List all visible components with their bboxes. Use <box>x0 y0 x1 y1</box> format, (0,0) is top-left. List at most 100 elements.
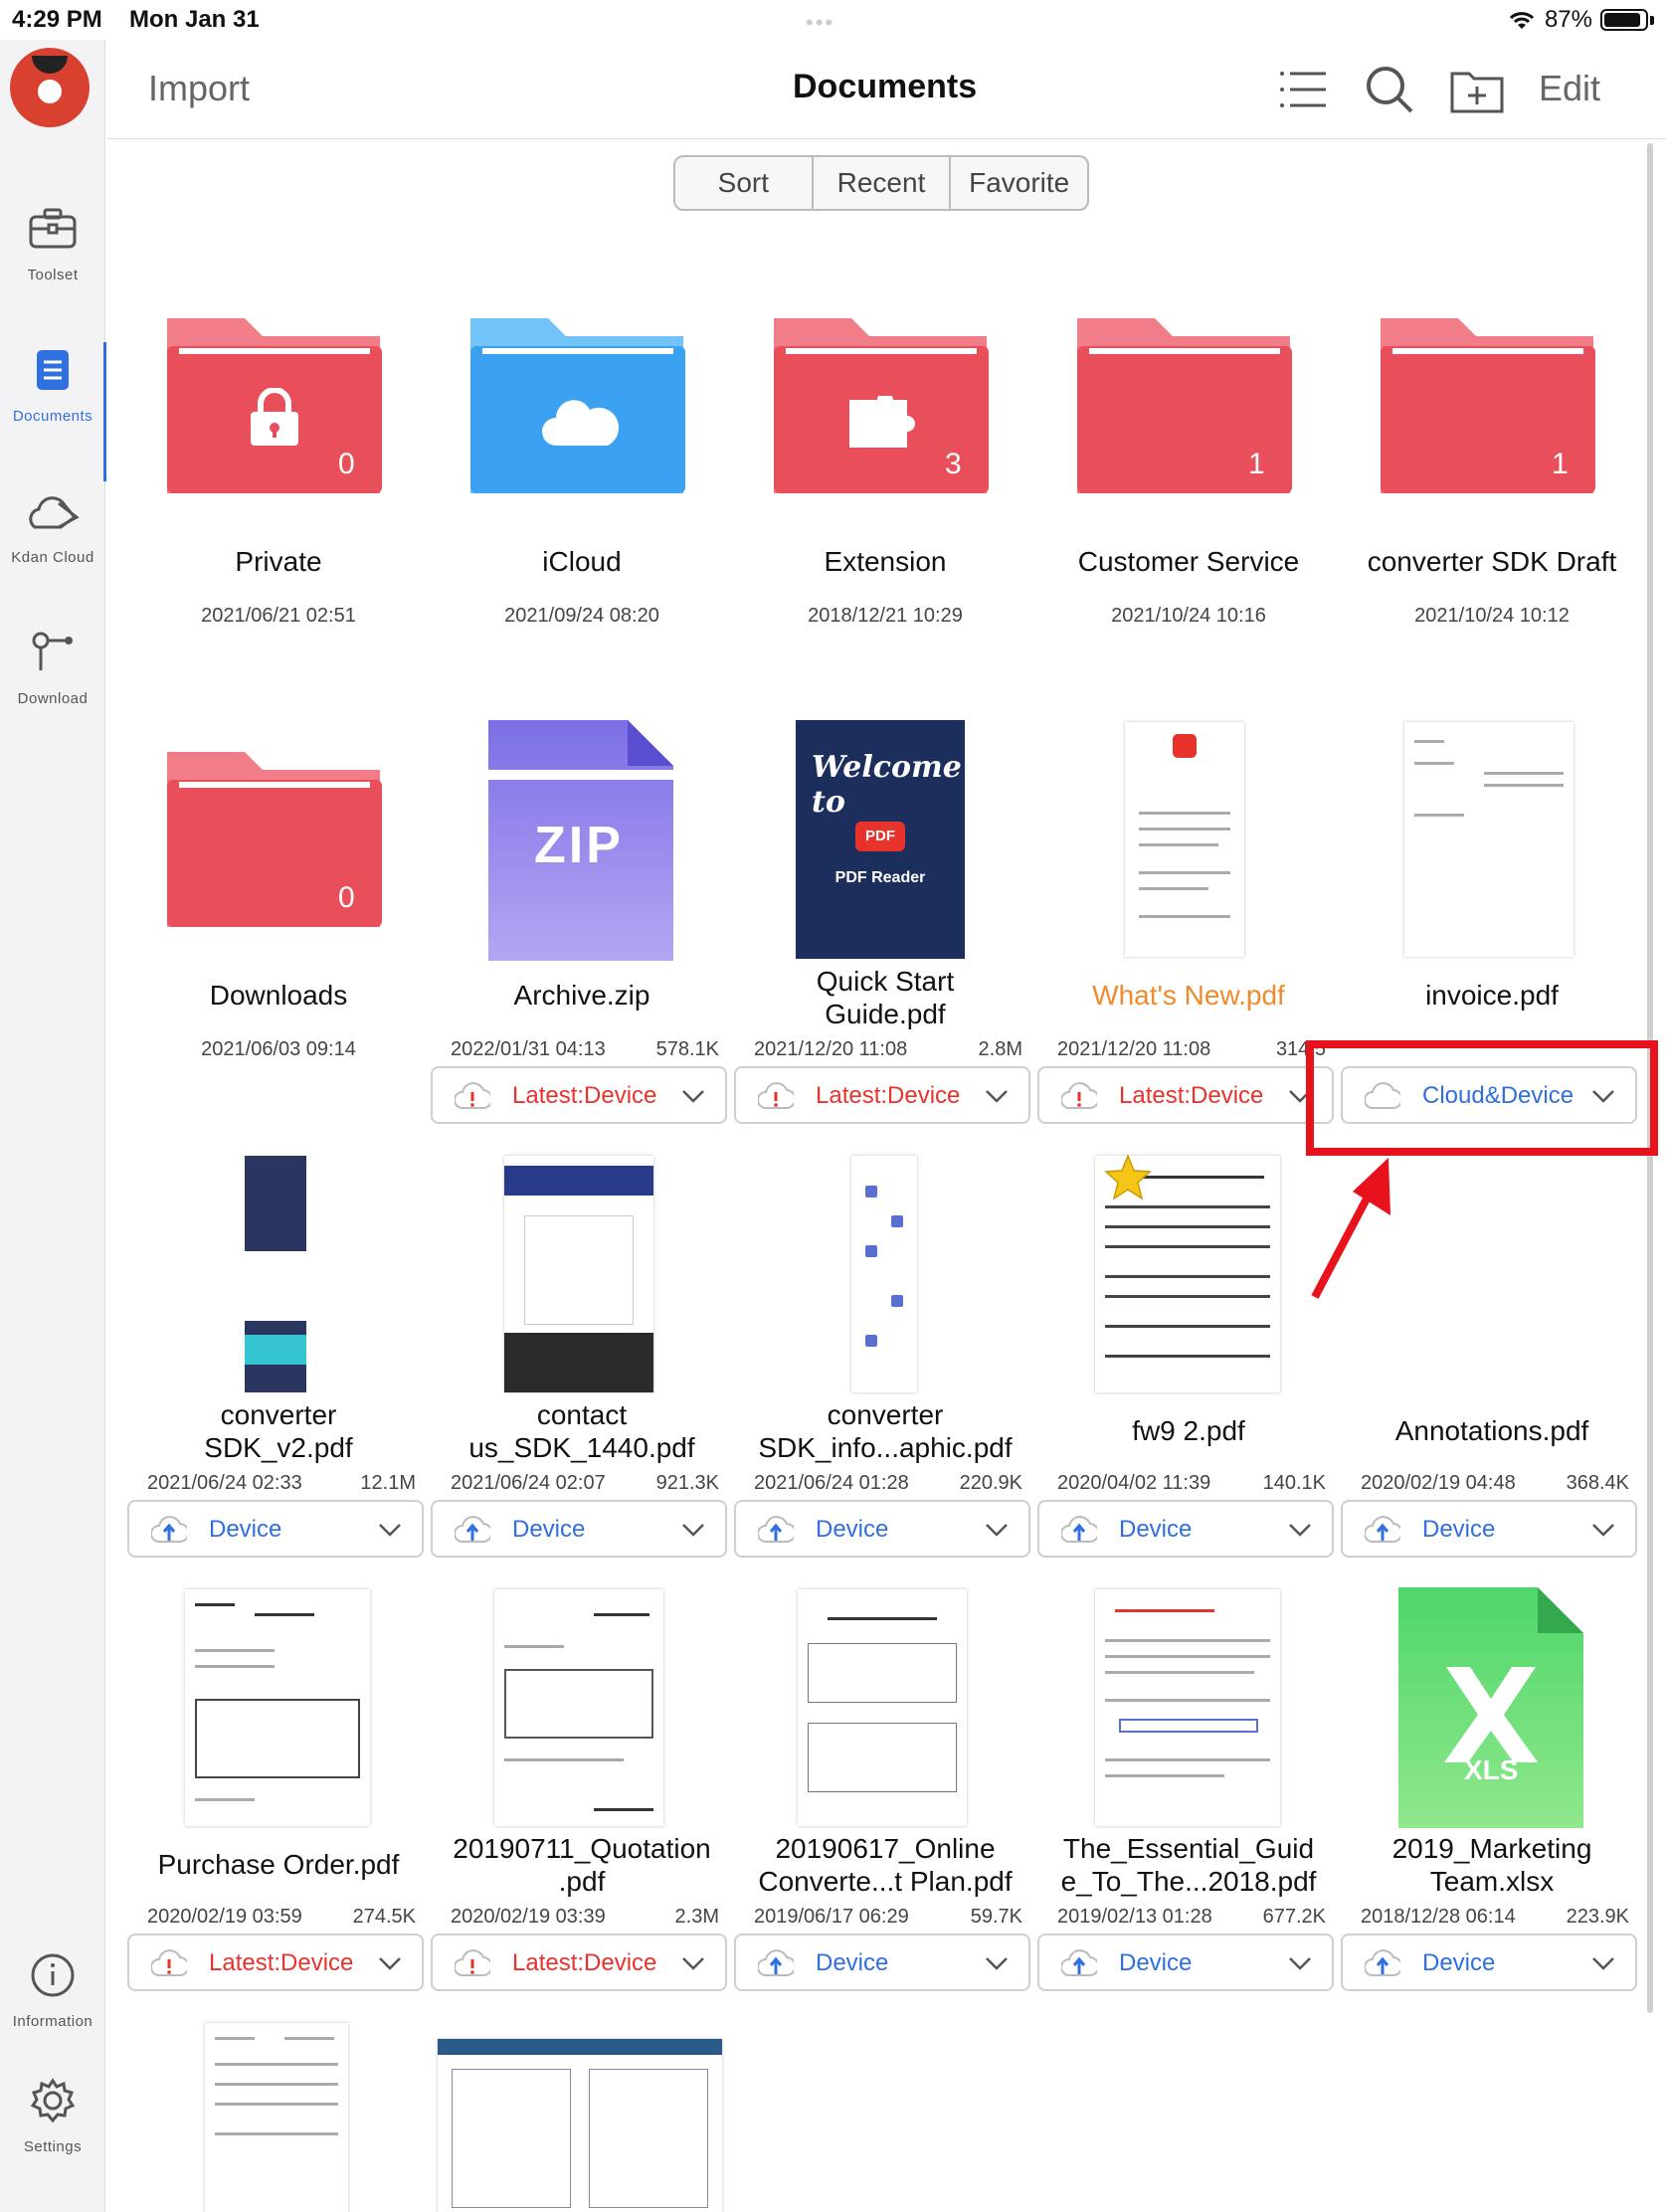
pdf-badge: PDF <box>855 822 905 851</box>
sync-status-dropdown[interactable]: Latest:Device <box>431 1066 727 1124</box>
chevron-down-icon <box>1289 1957 1311 1970</box>
folder-date: 2018/12/21 10:29 <box>808 605 963 627</box>
chevron-down-icon <box>682 1524 704 1537</box>
pdf-thumbnail <box>1404 1156 1573 1392</box>
sync-status-dropdown[interactable]: Latest:Device <box>1037 1066 1334 1124</box>
sync-status-label: Device <box>1119 1516 1193 1543</box>
file-name: fw9 2.pdf <box>1132 1415 1245 1446</box>
sync-status-label: Latest:Device <box>512 1949 657 1976</box>
partial-file-thumbnail[interactable] <box>438 2039 722 2212</box>
pdf-thumbnail <box>1404 722 1573 957</box>
new-folder-icon[interactable] <box>1447 60 1507 119</box>
file-date: 2020/02/19 03:59 <box>147 1906 302 1928</box>
sidebar-item-documents[interactable]: Documents <box>0 342 106 481</box>
sidebar-item-label: Kdan Cloud <box>11 549 94 566</box>
status-bar: 4:29 PM Mon Jan 31 ••• 87% <box>0 0 1666 40</box>
import-button[interactable]: Import <box>148 68 250 109</box>
cloud-icon <box>542 400 620 446</box>
sync-status-dropdown[interactable]: Device <box>1341 1500 1637 1558</box>
file-size: 677.2K <box>1262 1906 1326 1928</box>
folder-name: Downloads <box>209 980 348 1011</box>
edit-button[interactable]: Edit <box>1539 68 1600 109</box>
file-name: Annotations.pdf <box>1394 1415 1589 1446</box>
folder-date: 2021/10/24 10:12 <box>1414 605 1570 627</box>
sync-status-label: Device <box>1422 1949 1496 1976</box>
file-name-line1: 2019_Marketing <box>1391 1833 1592 1864</box>
annotation-arrow-icon <box>1311 1158 1390 1299</box>
sidebar-item-information[interactable]: Information <box>0 1947 105 2057</box>
sync-status-label: Device <box>209 1516 282 1543</box>
status-date: Mon Jan 31 <box>129 6 260 33</box>
sidebar-item-label: Settings <box>23 2138 83 2155</box>
sync-status-dropdown[interactable]: Device <box>734 1500 1030 1558</box>
app-logo[interactable] <box>10 48 90 127</box>
search-icon[interactable] <box>1360 60 1419 119</box>
file-date: 2021/12/20 11:08 <box>754 1038 908 1060</box>
chevron-down-icon <box>986 1957 1008 1970</box>
sidebar-item-kdan-cloud[interactable]: Kdan Cloud <box>0 483 105 593</box>
file-size: 59.7K <box>970 1906 1022 1928</box>
file-date: 2021/06/24 02:33 <box>147 1472 302 1494</box>
sync-status-dropdown[interactable]: Latest:Device <box>431 1934 727 1991</box>
cloud-alert-icon <box>455 1082 490 1110</box>
file-size: 140.1K <box>1262 1472 1326 1494</box>
sidebar-item-label: Information <box>12 2013 93 2030</box>
toolbox-icon <box>29 208 77 249</box>
multitask-dots[interactable]: ••• <box>806 10 834 36</box>
file-date: 2021/06/24 02:07 <box>451 1472 606 1494</box>
xls-label: XLS <box>1464 1754 1519 1785</box>
sidebar-item-download[interactable]: Download <box>0 625 105 734</box>
file-name-line1: contact <box>536 1399 628 1430</box>
pdf-thumbnail <box>245 1156 306 1392</box>
sync-status-label: Latest:Device <box>512 1082 657 1109</box>
file-date: 2019/02/13 01:28 <box>1057 1906 1212 1928</box>
file-size: 220.9K <box>959 1472 1022 1494</box>
folder-date: 2021/06/21 02:51 <box>201 605 356 627</box>
sync-status-dropdown[interactable]: Device <box>734 1934 1030 1991</box>
documents-icon <box>37 350 69 390</box>
partial-file-thumbnail[interactable] <box>205 2023 348 2212</box>
chevron-down-icon <box>682 1957 704 1970</box>
favorite-star-icon <box>1104 1154 1152 1200</box>
folder-count: 3 <box>945 448 962 480</box>
puzzle-icon <box>849 396 915 448</box>
sync-status-dropdown[interactable]: Device <box>1341 1934 1637 1991</box>
sync-status-dropdown[interactable]: Device <box>127 1500 424 1558</box>
file-name: Archive.zip <box>513 980 650 1011</box>
cloud-upload-icon <box>151 1516 187 1544</box>
chevron-down-icon <box>1289 1524 1311 1537</box>
file-size: 368.4K <box>1566 1472 1629 1494</box>
folder-name: Customer Service <box>1077 546 1300 577</box>
sync-status-dropdown[interactable]: Latest:Device <box>734 1066 1030 1124</box>
sort-segmented-control: Sort Recent Favorite <box>673 155 1089 211</box>
zip-label: ZIP <box>534 817 624 874</box>
folder-name: converter SDK Draft <box>1367 546 1617 577</box>
file-date: 2020/02/19 03:39 <box>451 1906 606 1928</box>
segment-recent[interactable]: Recent <box>814 157 952 209</box>
sync-status-dropdown[interactable]: Device <box>431 1500 727 1558</box>
file-name-line2: Team.xlsx <box>1429 1866 1555 1897</box>
battery-icon <box>1600 9 1648 31</box>
folder-date: 2021/06/03 09:14 <box>201 1038 356 1060</box>
cloud-upload-icon <box>758 1516 794 1544</box>
sidebar-item-toolset[interactable]: Toolset <box>0 201 105 310</box>
sync-status-dropdown[interactable]: Device <box>1037 1500 1334 1558</box>
sync-status-dropdown[interactable]: Latest:Device <box>127 1934 424 1991</box>
segment-favorite[interactable]: Favorite <box>951 157 1087 209</box>
pdf-thumbnail <box>1095 1589 1280 1826</box>
sidebar: Toolset Documents Kdan Cloud Download In… <box>0 40 106 2212</box>
cloud-upload-icon <box>1365 1516 1400 1544</box>
file-size: 2.8M <box>978 1038 1022 1060</box>
sidebar-item-settings[interactable]: Settings <box>0 2073 105 2182</box>
segment-sort[interactable]: Sort <box>675 157 814 209</box>
file-date: 2020/02/19 04:48 <box>1361 1472 1516 1494</box>
list-view-icon[interactable] <box>1272 60 1332 119</box>
download-connect-icon <box>32 632 73 670</box>
wifi-icon <box>1509 12 1534 29</box>
sync-status-dropdown[interactable]: Device <box>1037 1934 1334 1991</box>
xls-file-icon <box>1398 1587 1583 1828</box>
file-date: 2020/04/02 11:39 <box>1057 1472 1211 1494</box>
file-name-line2: us_SDK_1440.pdf <box>468 1432 695 1463</box>
status-time: 4:29 PM <box>12 6 102 33</box>
file-name-line1: 20190617_Online <box>775 1833 996 1864</box>
